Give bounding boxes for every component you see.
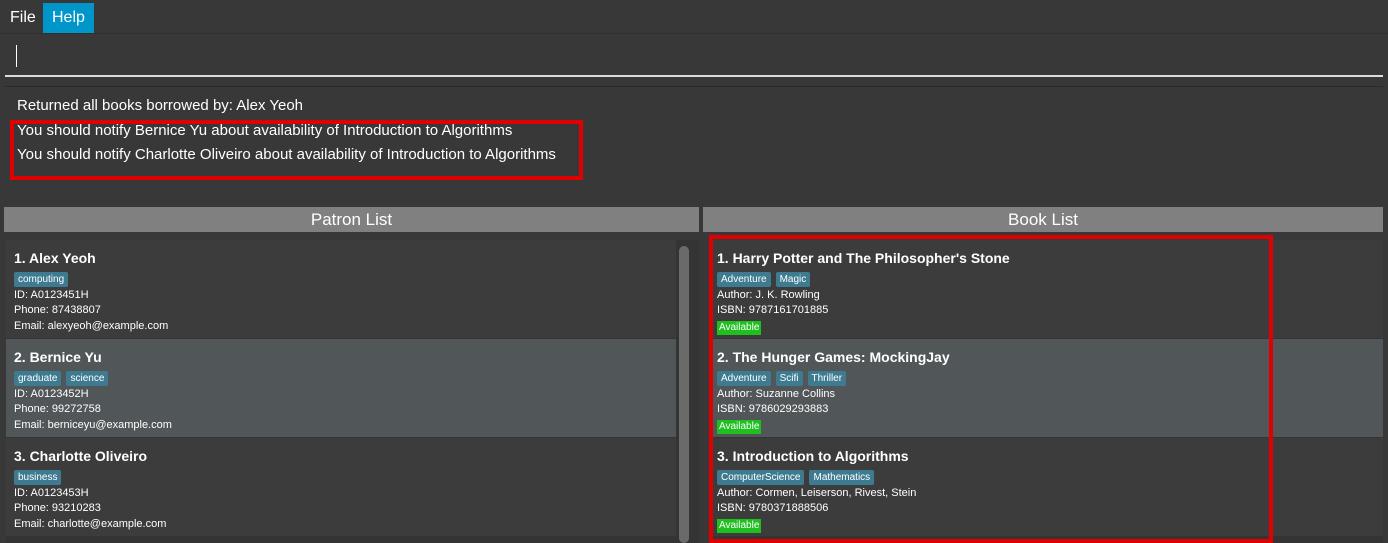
result-line: Returned all books borrowed by: Alex Yeo… — [17, 97, 304, 114]
patron-list-header: Patron List — [4, 207, 699, 232]
patron-email: Email: alexyeoh@example.com — [14, 320, 169, 332]
patron-name: 3. Charlotte Oliveiro — [14, 448, 148, 464]
tag: computing — [14, 272, 69, 287]
patron-phone: Phone: 93210283 — [14, 502, 101, 514]
tag-list: computing — [14, 272, 69, 287]
patron-id: ID: A0123453H — [14, 487, 89, 499]
text-caret — [16, 45, 17, 67]
menu-file[interactable]: File — [4, 3, 42, 33]
command-input[interactable] — [5, 35, 1383, 77]
patron-phone: Phone: 99272758 — [14, 403, 101, 415]
patron-name: 2. Bernice Yu — [14, 349, 102, 365]
tag-list: graduate science — [14, 371, 109, 386]
tag: science — [66, 371, 109, 386]
patron-id: ID: A0123452H — [14, 388, 89, 400]
patron-id: ID: A0123451H — [14, 289, 89, 301]
patron-list-scrollbar[interactable] — [679, 246, 689, 543]
highlight-box-notifications — [10, 120, 583, 180]
tag: graduate — [14, 371, 62, 386]
tag: business — [14, 470, 62, 485]
patron-card[interactable]: 2. Bernice Yu graduate science ID: A0123… — [6, 339, 676, 437]
book-list-header: Book List — [703, 207, 1383, 232]
patron-card[interactable]: 3. Charlotte Oliveiro business ID: A0123… — [6, 438, 676, 536]
patron-email: Email: charlotte@example.com — [14, 518, 167, 530]
patron-card[interactable]: 1. Alex Yeoh computing ID: A0123451H Pho… — [6, 240, 676, 338]
menu-help[interactable]: Help — [43, 3, 94, 33]
patron-list[interactable]: 1. Alex Yeoh computing ID: A0123451H Pho… — [6, 240, 699, 543]
highlight-box-books — [709, 235, 1273, 543]
menu-bar: File Help — [0, 0, 1388, 34]
patron-phone: Phone: 87438807 — [14, 304, 101, 316]
patron-name: 1. Alex Yeoh — [14, 250, 96, 266]
tag-list: business — [14, 470, 62, 485]
patron-email: Email: berniceyu@example.com — [14, 419, 172, 431]
